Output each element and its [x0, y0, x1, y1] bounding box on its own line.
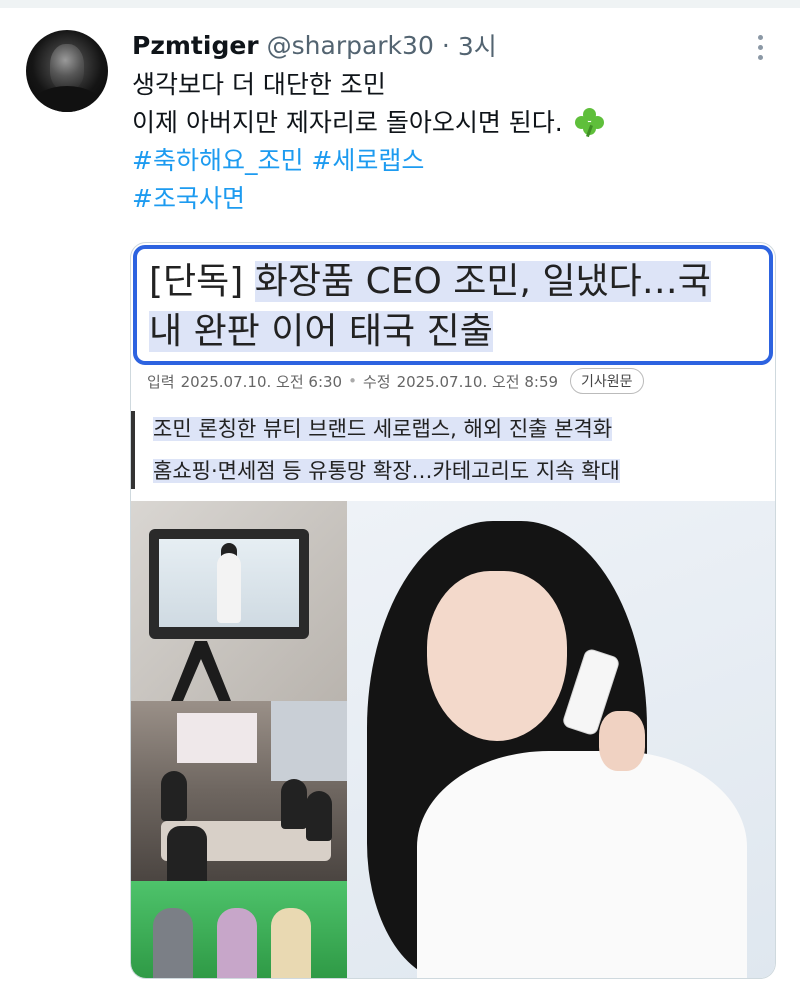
- avatar[interactable]: [26, 30, 108, 112]
- tweet-line-1: 생각보다 더 대단한 조민: [132, 70, 386, 99]
- article-meta: 입력 2025.07.10. 오전 6:30 • 수정 2025.07.10. …: [147, 367, 644, 395]
- article-photo-collage: [131, 501, 775, 978]
- four-leaf-clover-icon: [574, 107, 605, 138]
- headline-highlight-box: [단독] 화장품 CEO 조민, 일냈다…국 내 완판 이어 태국 진출: [133, 245, 773, 365]
- tweet-line-2-text: 이제 아버지만 제자리로 돌아오시면 된다.: [132, 108, 563, 137]
- hashtag-link[interactable]: #세로랩스: [311, 146, 424, 175]
- top-divider: [0, 0, 800, 8]
- tweet-line-2: 이제 아버지만 제자리로 돌아오시면 된다.: [132, 104, 752, 142]
- headline-text-1: 화장품 CEO 조민, 일냈다…국: [254, 261, 711, 302]
- headline-tag: [단독]: [149, 261, 244, 302]
- photo-group-broadcast: [131, 881, 347, 978]
- hashtag-link[interactable]: #축하해요_조민: [132, 146, 303, 175]
- attached-image-card[interactable]: [단독] 화장품 CEO 조민, 일냈다…국 내 완판 이어 태국 진출 입력 …: [130, 242, 776, 979]
- edit-time: 2025.07.10. 오전 8:59: [396, 372, 559, 391]
- author-handle[interactable]: @sharpark30: [267, 31, 434, 60]
- photo-camera-monitor: [131, 501, 347, 701]
- tweet-hashtags-row-2: #조국사면: [132, 180, 752, 218]
- headline-text-2: 내 완판 이어 태국 진출: [149, 311, 493, 352]
- tweet-header: Pzmtiger @sharpark30 · 3시: [132, 28, 497, 62]
- subheading-2-text: 홈쇼핑·면세점 등 유통망 확장…카테고리도 지속 확대: [153, 459, 620, 483]
- tweet-text: 생각보다 더 대단한 조민 이제 아버지만 제자리로 돌아오시면 된다. #축하…: [132, 66, 752, 218]
- photo-meeting-room: [131, 701, 347, 881]
- article-headline: [단독] 화장품 CEO 조민, 일냈다…국 내 완판 이어 태국 진출: [149, 257, 761, 357]
- tweet-hashtags-row-1: #축하해요_조민 #세로랩스: [132, 142, 752, 180]
- subheading-2: 홈쇼핑·면세점 등 유통망 확장…카테고리도 지속 확대: [153, 455, 620, 485]
- input-time: 2025.07.10. 오전 6:30: [180, 372, 343, 391]
- meta-dot: •: [348, 372, 357, 390]
- avatar-shoulders: [32, 86, 102, 112]
- article-subheadings: 조민 론칭한 뷰티 브랜드 세로랩스, 해외 진출 본격화 홈쇼핑·면세점 등 …: [131, 411, 775, 489]
- avatar-face: [50, 44, 84, 90]
- subheading-1: 조민 론칭한 뷰티 브랜드 세로랩스, 해외 진출 본격화: [153, 413, 613, 443]
- tweet-time[interactable]: 3시: [458, 27, 497, 63]
- more-dots-vertical-icon[interactable]: [748, 30, 772, 64]
- subheading-1-text: 조민 론칭한 뷰티 브랜드 세로랩스, 해외 진출 본격화: [153, 417, 613, 441]
- photo-woman-holding-product: [347, 501, 775, 978]
- hashtag-link[interactable]: #조국사면: [132, 184, 245, 213]
- header-separator: ·: [441, 30, 450, 60]
- input-label: 입력: [147, 372, 175, 391]
- author-name[interactable]: Pzmtiger: [132, 31, 259, 60]
- original-article-button[interactable]: 기사원문: [570, 368, 644, 394]
- edit-label: 수정: [362, 372, 391, 391]
